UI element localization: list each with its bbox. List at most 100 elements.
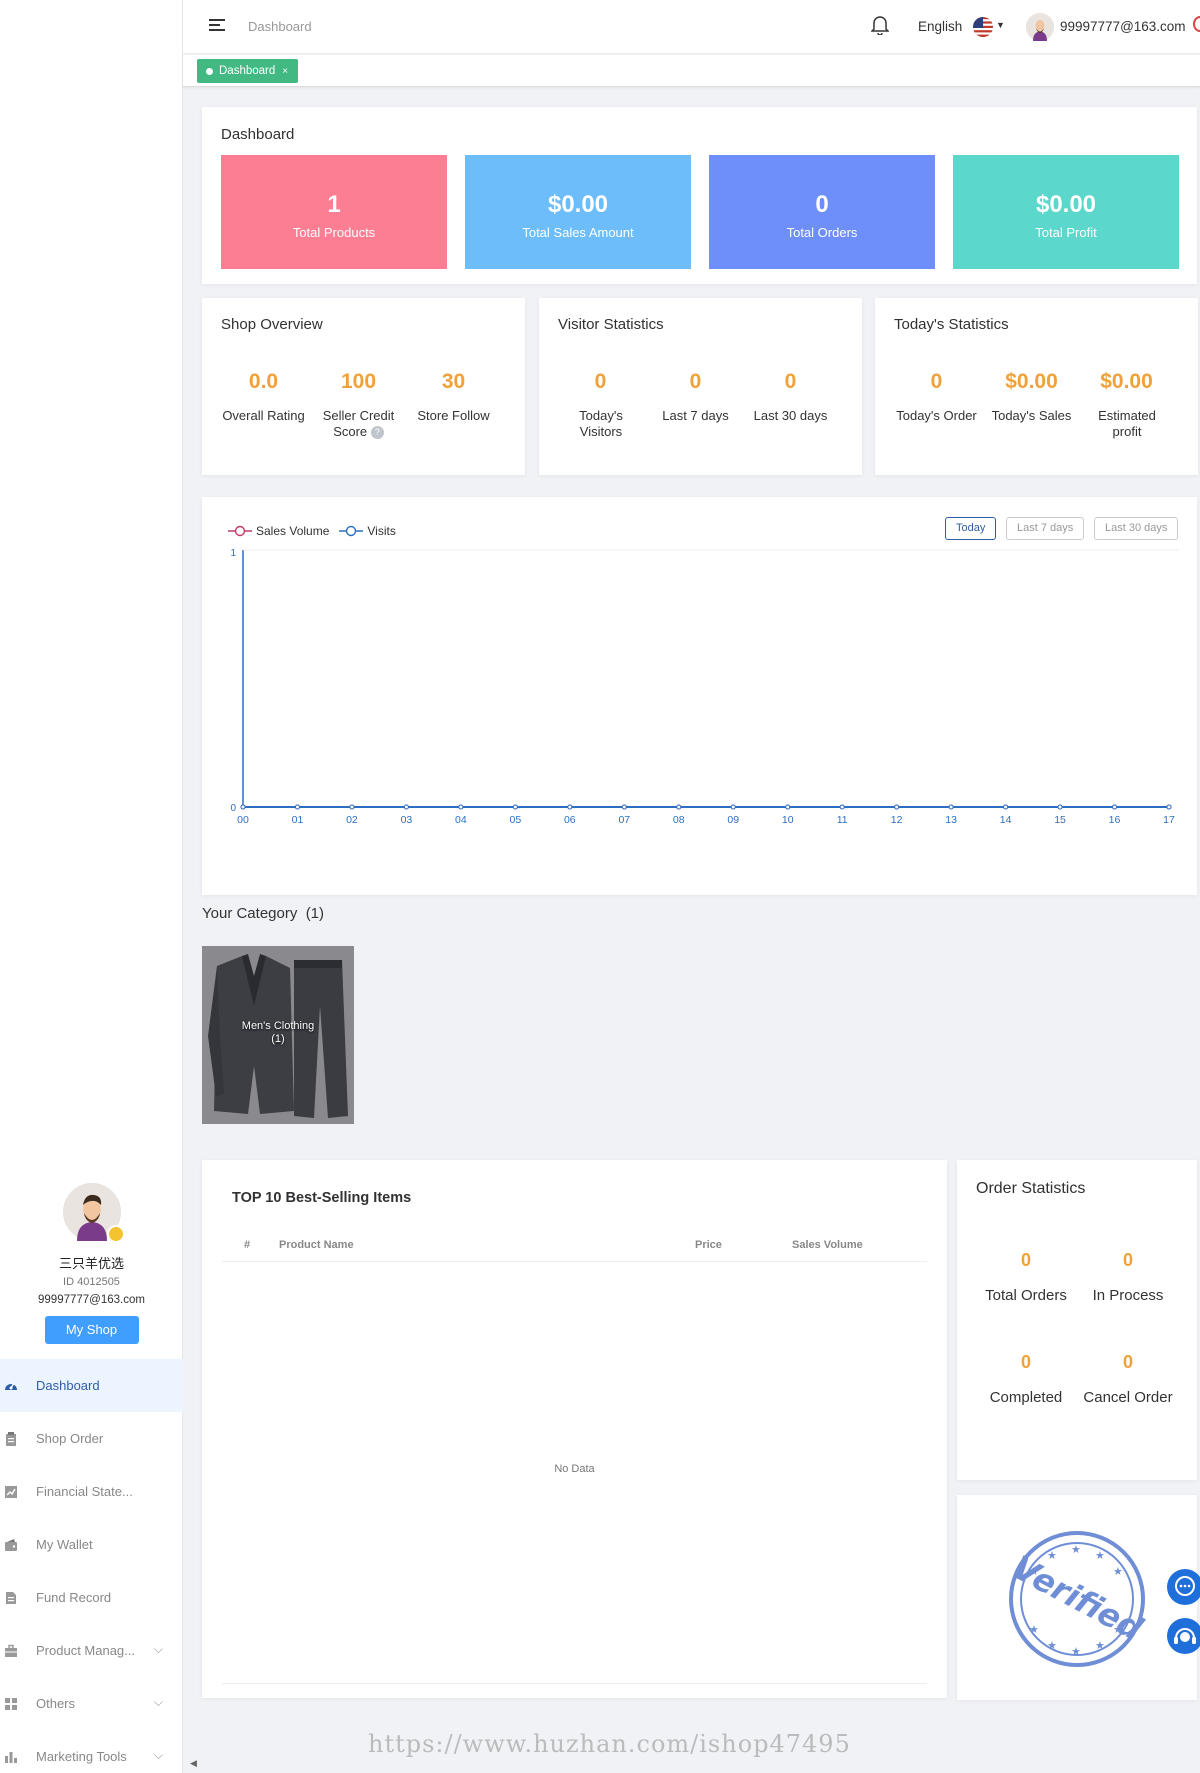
sales-visits-line-chart: 0100 01 02 03 04 05 06 07 08 09 10 11 12 13 14 15 16 17 <box>230 548 1179 826</box>
todays-visitors: 0 Today's Visitors <box>553 370 648 440</box>
user-email[interactable]: 99997777@163.com <box>1060 19 1186 34</box>
empty-table-message: No Data <box>554 1463 595 1475</box>
tile-value: 0 <box>815 191 829 218</box>
seller-credit-score: 100 Seller Credit Score ? <box>311 370 406 440</box>
scroll-left-icon[interactable]: ◀ <box>190 1758 197 1769</box>
close-icon[interactable]: × <box>282 66 288 77</box>
stat-value: 0.0 <box>248 370 279 393</box>
stat-value: 0 <box>1122 1352 1133 1372</box>
sidebar-item-label: Fund Record <box>36 1590 112 1605</box>
column-header-product-name[interactable]: Product Name <box>279 1239 354 1251</box>
stat-value: 0 <box>1122 1250 1133 1270</box>
stat-value: $0.00 <box>1005 370 1058 393</box>
clipboard-icon <box>6 1431 16 1446</box>
sidebar-item-label: Shop Order <box>36 1431 104 1446</box>
sidebar-item-shop-order[interactable]: Shop Order <box>0 1412 183 1465</box>
my-shop-button[interactable]: My Shop <box>44 1316 139 1344</box>
sidebar-item-label: Financial State... <box>36 1484 133 1499</box>
stat-label: Completed <box>989 1389 1063 1406</box>
series-point-1 <box>1057 804 1063 810</box>
bar-chart-icon <box>5 1751 17 1763</box>
sidebar-item-financial-statement[interactable]: Financial State... <box>0 1465 183 1518</box>
chevron-down-icon: ⌵ <box>153 1642 163 1656</box>
total-orders-tile[interactable]: 0 Total Orders <box>709 155 935 269</box>
tile-label: Total Profit <box>1035 225 1097 240</box>
category-name: Men's Clothing <box>241 1020 315 1032</box>
x-tick-label: 16 <box>1109 814 1121 826</box>
caret-down-icon[interactable]: ▼ <box>996 20 1005 30</box>
stat-label: Today's Sales <box>991 408 1072 423</box>
verified-stamp-text: Verified <box>1007 1548 1147 1648</box>
chevron-down-icon: ⌵ <box>153 1748 163 1762</box>
menu-toggle-icon[interactable] <box>209 19 225 33</box>
support-button[interactable] <box>1167 1618 1200 1654</box>
stat-value: 0 <box>930 370 943 393</box>
os-cancel-order[interactable]: 0 Cancel Order <box>1078 1352 1178 1406</box>
tab-dashboard[interactable]: Dashboard × <box>197 59 299 83</box>
series-point-1 <box>676 804 682 810</box>
svg-text:★: ★ <box>1029 1623 1039 1636</box>
sidebar-item-fund-record[interactable]: Fund Record <box>0 1571 183 1624</box>
help-icon[interactable]: ? <box>370 426 384 440</box>
os-completed[interactable]: 0 Completed <box>976 1352 1076 1406</box>
total-profit-tile[interactable]: $0.00 Total Profit <box>953 155 1179 269</box>
sales-chart-card: Sales Volume Visits Today Last 7 days La… <box>202 497 1197 895</box>
series-point-1 <box>948 804 954 810</box>
tile-label: Total Orders <box>786 225 858 240</box>
logout-icon[interactable] <box>1193 16 1200 32</box>
column-header-price[interactable]: Price <box>695 1239 722 1251</box>
series-point-1 <box>785 804 791 810</box>
svg-text:★: ★ <box>1047 1549 1057 1562</box>
x-tick-label: 04 <box>455 814 467 826</box>
language-selector[interactable]: English <box>918 19 962 34</box>
x-tick-label: 02 <box>346 814 358 826</box>
estimated-profit: $0.00 Estimated profit <box>1079 370 1174 440</box>
stat-value: 0 <box>594 370 607 393</box>
todays-order: 0 Today's Order <box>889 370 984 424</box>
briefcase-icon <box>5 1644 17 1657</box>
tile-value: 1 <box>327 191 341 218</box>
os-in-process[interactable]: 0 In Process <box>1078 1250 1178 1304</box>
svg-text:★: ★ <box>1095 1639 1105 1652</box>
visitors-last-7-days: 0 Last 7 days <box>648 370 743 424</box>
breadcrumb[interactable]: Dashboard <box>248 19 312 34</box>
x-tick-label: 10 <box>782 814 794 826</box>
series-point-1 <box>1166 804 1172 810</box>
stat-label: Overall Rating <box>222 408 305 423</box>
store-follow: 30 Store Follow <box>406 370 501 424</box>
os-total-orders[interactable]: 0 Total Orders <box>976 1250 1076 1304</box>
sidebar-item-dashboard[interactable]: Dashboard <box>0 1359 183 1412</box>
sidebar-item-product-management[interactable]: Product Manag... ⌵ <box>0 1624 183 1677</box>
category-tile-mens-clothing[interactable]: Men's Clothing (1) <box>202 946 354 1124</box>
visitor-statistics-title: Visitor Statistics <box>558 316 664 333</box>
shop-overview-title: Shop Overview <box>221 316 323 333</box>
us-flag-icon[interactable] <box>973 17 993 37</box>
dashboard-icon <box>5 1382 17 1390</box>
sidebar-item-others[interactable]: Others ⌵ <box>0 1677 183 1730</box>
profile-panel: 三只羊优选 ID 4012505 99997777@163.com My Sho… <box>0 1153 183 1344</box>
x-tick-label: 05 <box>510 814 522 826</box>
series-point-1 <box>567 804 573 810</box>
user-avatar[interactable] <box>1026 13 1054 41</box>
tile-value: $0.00 <box>1035 191 1097 218</box>
svg-text:★: ★ <box>1071 1645 1081 1658</box>
column-header-index: # <box>244 1239 251 1251</box>
order-statistics-card: Order Statistics 0 Total Orders 0 In Pro… <box>957 1160 1197 1480</box>
sidebar-item-my-wallet[interactable]: My Wallet <box>0 1518 183 1571</box>
chat-button[interactable] <box>1167 1569 1200 1605</box>
chevron-down-icon: ⌵ <box>153 1695 163 1709</box>
dashboard-card: Dashboard 1 Total Products $0.00 Total S… <box>202 107 1197 284</box>
total-products-tile[interactable]: 1 Total Products <box>221 155 447 269</box>
visitors-last-30-days: 0 Last 30 days <box>743 370 838 424</box>
tile-label: Total Products <box>292 225 376 240</box>
sidebar-item-marketing-tools[interactable]: Marketing Tools ⌵ <box>0 1730 183 1773</box>
bell-icon[interactable] <box>871 15 889 35</box>
total-sales-tile[interactable]: $0.00 Total Sales Amount <box>465 155 691 269</box>
y-tick-label: 1 <box>230 548 236 559</box>
svg-text:★: ★ <box>1071 1543 1081 1556</box>
stat-label: Last 30 days <box>753 408 828 423</box>
svg-text:★: ★ <box>1047 1639 1057 1652</box>
stat-label: Estimated profit <box>1098 408 1156 439</box>
column-header-sales-volume[interactable]: Sales Volume <box>792 1239 863 1251</box>
x-tick-label: 14 <box>1000 814 1012 826</box>
